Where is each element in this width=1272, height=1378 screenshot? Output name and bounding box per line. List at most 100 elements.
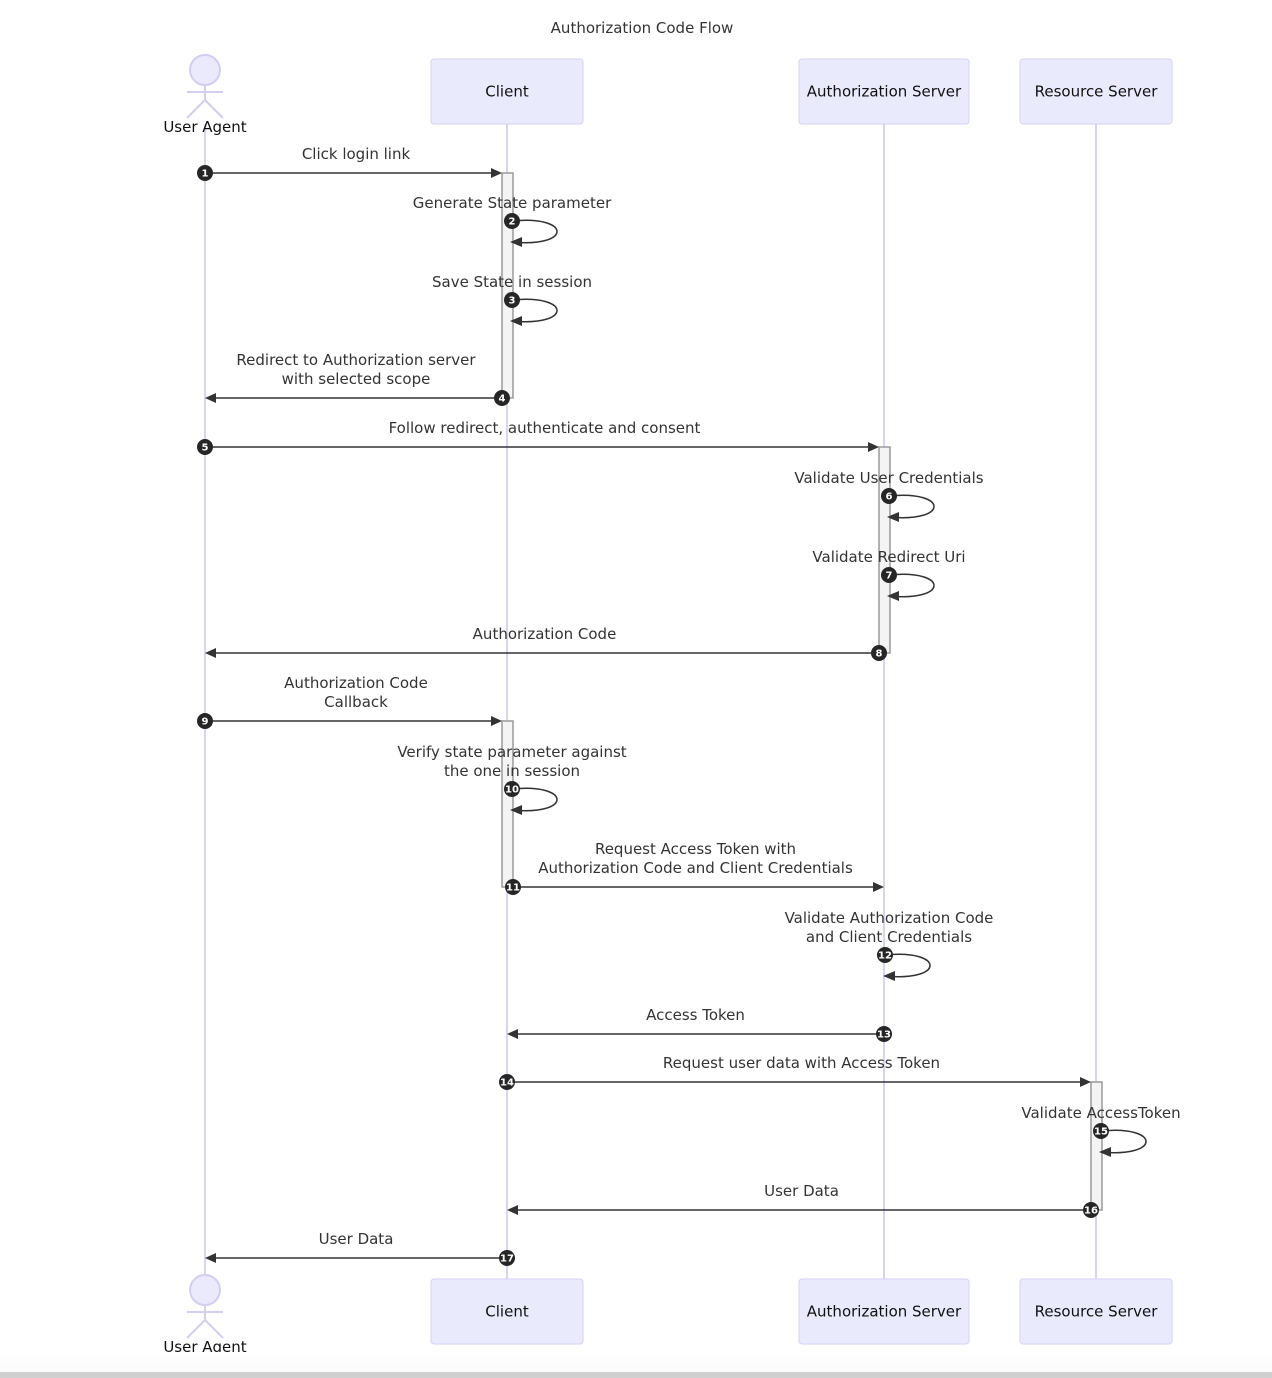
message-8: Authorization Code 8 — [205, 625, 887, 661]
sequence-number-badge: 1 — [197, 165, 213, 181]
sequence-number: 10 — [505, 785, 519, 796]
sequence-number: 13 — [877, 1030, 891, 1041]
sequence-number-badge: 2 — [504, 213, 520, 229]
message-label: User Data — [319, 1230, 394, 1248]
arrowhead-icon — [507, 1205, 518, 1215]
sequence-number-badge: 7 — [881, 567, 897, 583]
sequence-number-badge: 6 — [881, 488, 897, 504]
sequence-number-badge: 14 — [499, 1074, 515, 1090]
message-label: Request user data with Access Token — [663, 1054, 940, 1072]
sequence-number-badge: 4 — [494, 390, 510, 406]
bottom-fade — [0, 1352, 1272, 1372]
message-11: Request Access Token withAuthorization C… — [505, 840, 884, 895]
message-label: Authorization Code — [284, 674, 428, 692]
participant-label: User Agent — [163, 118, 246, 136]
participants: User Agent User Agent Client Client Authoriz… — [163, 54, 1173, 1356]
arrowhead-icon — [205, 1253, 216, 1263]
sequence-number: 5 — [202, 443, 209, 454]
activation-bar-rs — [1090, 1081, 1103, 1211]
sequence-number-badge: 8 — [871, 645, 887, 661]
participant-as-top[interactable]: Authorization Server — [798, 58, 970, 125]
sequence-number-badge: 3 — [504, 292, 520, 308]
sequence-number: 3 — [509, 296, 516, 307]
sequence-number-badge: 17 — [499, 1250, 515, 1266]
message-label: Access Token — [646, 1006, 745, 1024]
participant-label: Authorization Server — [807, 83, 962, 101]
sequence-number-badge: 12 — [877, 947, 893, 963]
message-label: the one in session — [444, 762, 580, 780]
participant-ua-top[interactable]: User Agent — [163, 54, 247, 136]
sequence-number-badge: 11 — [505, 879, 521, 895]
message-label: Validate Redirect Uri — [812, 548, 965, 566]
message-13: Access Token 13 — [507, 1006, 892, 1042]
message-label: and Client Credentials — [806, 928, 972, 946]
message-14: Request user data with Access Token 14 — [499, 1054, 1091, 1090]
sequence-number-badge: 5 — [197, 439, 213, 455]
message-16: User Data 16 — [507, 1182, 1099, 1218]
participant-label: Authorization Server — [807, 1303, 962, 1321]
actor-stick-figure-icon — [186, 1274, 224, 1339]
sequence-number: 7 — [886, 571, 893, 582]
participant-rs-bottom[interactable]: Resource Server — [1019, 1278, 1173, 1345]
message-label: Validate Authorization Code — [785, 909, 994, 927]
message-17: User Data 17 — [205, 1230, 515, 1266]
participant-label: Client — [485, 83, 529, 101]
arrowhead-icon — [491, 716, 502, 726]
messages: Click login link 1 Generate State paramete… — [197, 145, 1181, 1266]
sequence-number: 1 — [202, 169, 209, 180]
sequence-number-badge: 16 — [1083, 1202, 1099, 1218]
participant-rs-top[interactable]: Resource Server — [1019, 58, 1173, 125]
message-label: Follow redirect, authenticate and consen… — [389, 419, 701, 437]
arrowhead-icon — [491, 168, 502, 178]
sequence-number: 14 — [500, 1078, 514, 1089]
participant-client-bottom[interactable]: Client — [430, 1278, 584, 1345]
sequence-number: 12 — [878, 951, 892, 962]
message-label: Validate AccessToken — [1021, 1104, 1180, 1122]
participant-ua-bottom[interactable]: User Agent — [163, 1274, 247, 1356]
arrowhead-icon — [205, 393, 216, 403]
message-label: Verify state parameter against — [397, 743, 626, 761]
arrowhead-icon — [1080, 1077, 1091, 1087]
message-9: Authorization CodeCallback 9 — [197, 674, 502, 729]
message-4: Redirect to Authorization serverwith sel… — [205, 351, 510, 406]
sequence-number: 8 — [876, 649, 883, 660]
message-label: Authorization Code — [473, 625, 617, 643]
sequence-number: 15 — [1094, 1127, 1108, 1138]
message-label: Validate User Credentials — [794, 469, 983, 487]
participant-as-bottom[interactable]: Authorization Server — [798, 1278, 970, 1345]
sequence-number-badge: 15 — [1093, 1123, 1109, 1139]
message-1: Click login link 1 — [197, 145, 502, 181]
sequence-number: 9 — [202, 717, 209, 728]
arrowhead-icon — [205, 648, 216, 658]
sequence-number: 6 — [886, 492, 893, 503]
sequence-diagram: Authorization Code Flow User AgentUser A… — [163, 19, 1181, 1356]
actor-stick-figure-icon — [186, 54, 224, 119]
sequence-number-badge: 9 — [197, 713, 213, 729]
participant-client-top[interactable]: Client — [430, 58, 584, 125]
participant-label: Client — [485, 1303, 529, 1321]
diagram-title: Authorization Code Flow — [551, 19, 734, 37]
participant-label: Resource Server — [1035, 1303, 1159, 1321]
participant-label: Resource Server — [1035, 83, 1159, 101]
sequence-number: 4 — [499, 394, 506, 405]
arrowhead-icon — [507, 1029, 518, 1039]
message-label: Save State in session — [432, 273, 592, 291]
horizontal-scrollbar[interactable] — [0, 1372, 1272, 1378]
message-label: Request Access Token with — [595, 840, 796, 858]
sequence-number: 16 — [1084, 1206, 1098, 1217]
message-5: Follow redirect, authenticate and consen… — [197, 419, 879, 455]
arrowhead-icon — [868, 442, 879, 452]
message-label: with selected scope — [282, 370, 431, 388]
sequence-number: 17 — [500, 1254, 514, 1265]
sequence-number-badge: 13 — [876, 1026, 892, 1042]
message-label: Generate State parameter — [413, 194, 612, 212]
arrowhead-icon — [873, 882, 884, 892]
message-label: Click login link — [302, 145, 411, 163]
message-label: Callback — [324, 693, 388, 711]
message-12: Validate Authorization Codeand Client Cr… — [785, 909, 994, 981]
sequence-number: 11 — [506, 883, 520, 894]
message-label: Redirect to Authorization server — [236, 351, 476, 369]
sequence-number: 2 — [509, 217, 516, 228]
sequence-number-badge: 10 — [504, 781, 520, 797]
message-label: Authorization Code and Client Credential… — [538, 859, 853, 877]
